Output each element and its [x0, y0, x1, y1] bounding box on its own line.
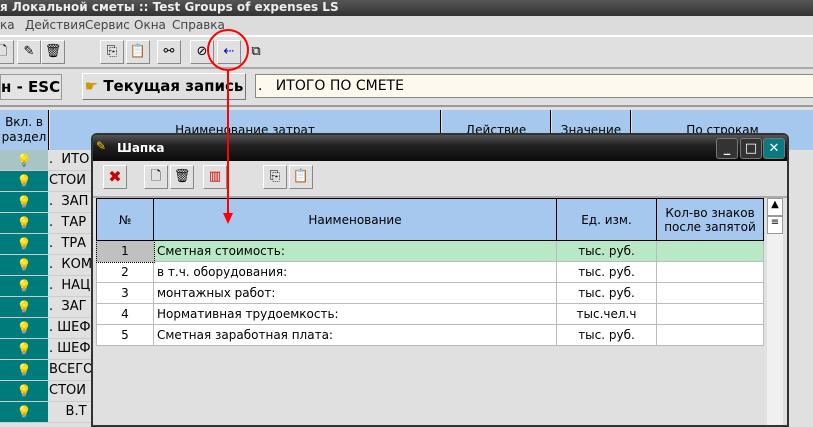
annotation-arrowhead — [223, 213, 233, 224]
annotation-overlay — [207, 29, 249, 224]
annotation-circle — [207, 29, 249, 71]
